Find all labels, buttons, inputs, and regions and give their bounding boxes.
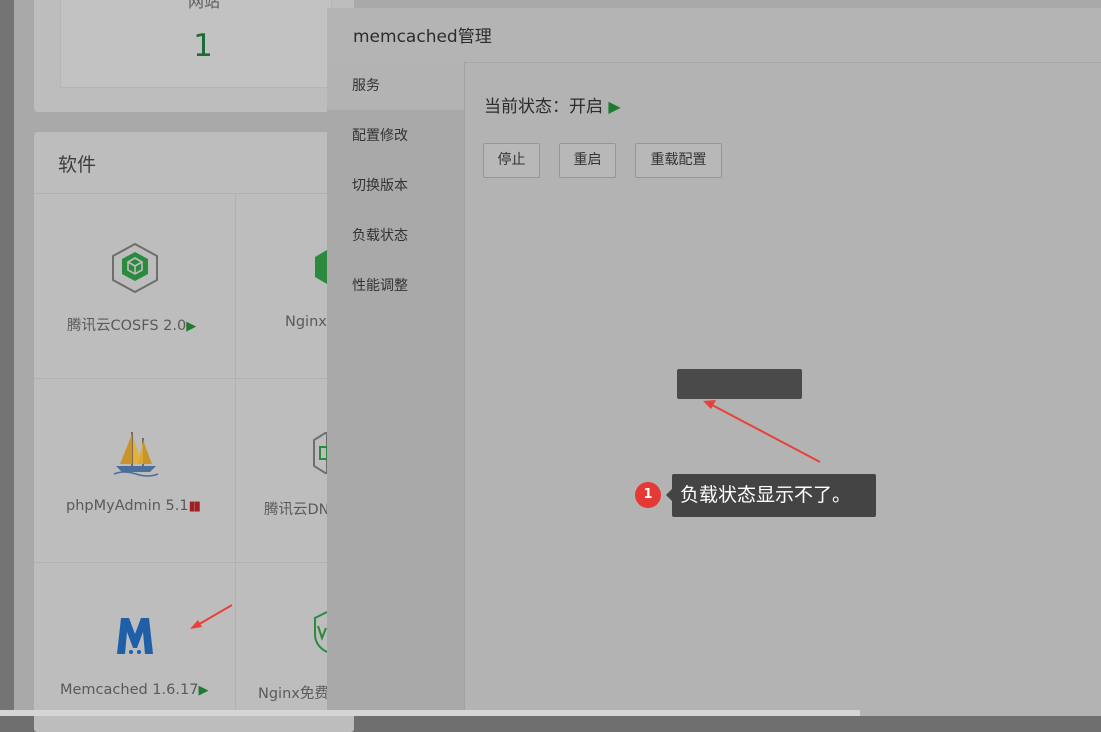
stop-button[interactable]: 停止 — [483, 143, 540, 178]
software-card — [34, 132, 354, 732]
menu-item-config[interactable]: 配置修改 — [327, 112, 464, 160]
play-icon: ▶ — [186, 319, 197, 334]
play-icon: ▶ — [198, 683, 209, 698]
modal-sidebar — [327, 62, 465, 716]
play-icon: ▶ — [608, 97, 621, 116]
restart-button[interactable]: 重启 — [559, 143, 616, 178]
cube-icon — [313, 432, 327, 474]
background-edge — [0, 0, 14, 716]
sailboat-icon — [113, 432, 159, 477]
memcached-logo-icon — [113, 614, 157, 658]
software-name: 腾讯云COSFS 2.0 — [67, 318, 187, 334]
annotation-badge: 1 — [635, 482, 661, 508]
software-name: Memcached 1.6.17 — [60, 682, 199, 698]
menu-item-version[interactable]: 切换版本 — [327, 162, 464, 210]
redacted-block — [677, 369, 802, 399]
cube-icon — [112, 242, 158, 294]
software-name: Nginx — [285, 314, 327, 330]
software-title: 软件 — [58, 154, 97, 176]
status-label: 当前状态：开启 — [484, 97, 603, 117]
shield-icon — [314, 611, 327, 653]
divider — [34, 193, 334, 194]
nginx-icon — [315, 250, 327, 284]
site-stat-value[interactable]: 1 — [190, 28, 216, 64]
annotation-note: 负载状态显示不了。 — [672, 474, 876, 517]
software-name: phpMyAdmin 5.1 — [66, 498, 189, 514]
software-name: 腾讯云DN — [264, 502, 327, 518]
grid-divider — [34, 378, 334, 379]
menu-item-performance[interactable]: 性能调整 — [327, 262, 464, 310]
modal-title: memcached管理 — [353, 27, 492, 47]
menu-item-service[interactable]: 服务 — [327, 62, 464, 110]
horizontal-scrollbar[interactable] — [0, 710, 860, 716]
pause-icon: ▮▮ — [188, 499, 201, 514]
grid-divider — [235, 193, 236, 716]
grid-divider — [34, 562, 334, 563]
service-status: 当前状态：开启 ▶ — [484, 92, 621, 117]
menu-item-load-status[interactable]: 负载状态 — [327, 212, 464, 260]
reload-config-button[interactable]: 重载配置 — [635, 143, 722, 178]
site-stat-label: 网站 — [187, 0, 220, 11]
software-name: Nginx免费 — [258, 686, 327, 702]
